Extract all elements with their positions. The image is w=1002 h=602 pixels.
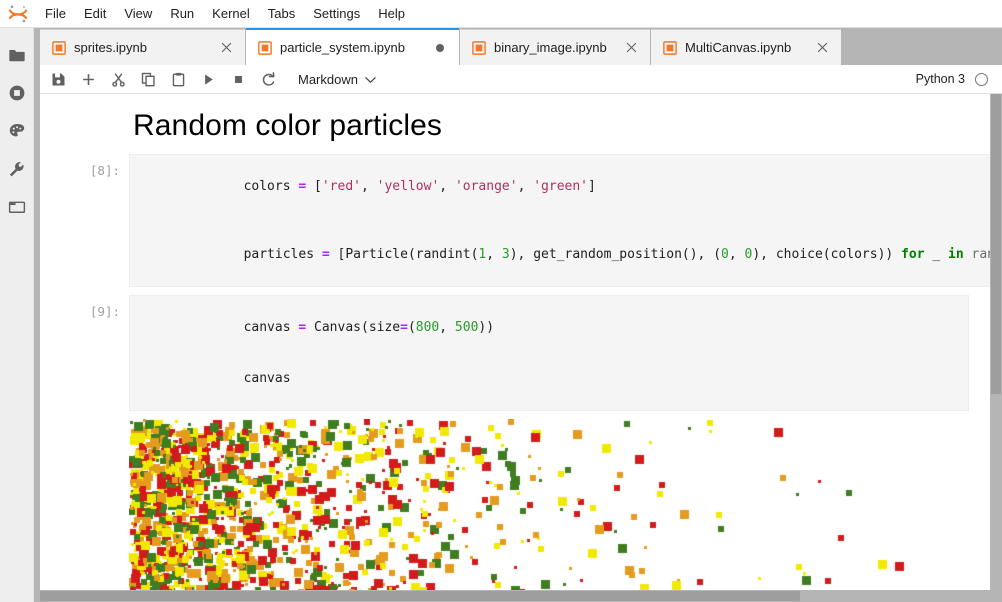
palette-icon <box>8 122 26 140</box>
horizontal-scrollbar[interactable] <box>40 590 1002 602</box>
notebook-toolbar: Markdown Python 3 <box>40 65 1002 94</box>
code-line-blank <box>134 212 1002 229</box>
sidebar-item-running[interactable] <box>0 80 33 106</box>
stop-circle-icon <box>8 84 26 102</box>
code-cell-9[interactable]: [9]: canvas = Canvas(size=(800, 500)) ca… <box>40 291 990 415</box>
document-tab-bar: sprites.ipynb particle_system.ipynb <box>40 28 1002 65</box>
save-button[interactable] <box>46 67 70 91</box>
menu-item-settings[interactable]: Settings <box>304 0 369 28</box>
paste-cell-button[interactable] <box>166 67 190 91</box>
tab-label: binary_image.ipynb <box>494 40 608 55</box>
code-line: canvas = Canvas(size=(800, 500)) <box>134 302 968 353</box>
tab-sprites-ipynb[interactable]: sprites.ipynb <box>40 29 245 65</box>
menu-item-list: File Edit View Run Kernel Tabs Settings … <box>36 0 414 28</box>
folder-icon <box>8 46 26 64</box>
menu-item-tabs[interactable]: Tabs <box>259 0 304 28</box>
square-stop-icon <box>231 72 246 87</box>
kernel-name: Python 3 <box>916 72 965 86</box>
close-icon[interactable] <box>217 39 235 57</box>
tab-multicanvas-ipynb[interactable]: MultiCanvas.ipynb <box>651 29 841 65</box>
menu-item-help[interactable]: Help <box>369 0 414 28</box>
stop-kernel-button[interactable] <box>226 67 250 91</box>
copy-icon <box>141 72 156 87</box>
wrench-icon <box>7 160 26 179</box>
menu-item-run[interactable]: Run <box>161 0 203 28</box>
tab-label: particle_system.ipynb <box>280 40 417 55</box>
restart-icon <box>261 72 276 87</box>
horizontal-scrollbar-thumb[interactable] <box>40 591 800 601</box>
cell-type-dropdown[interactable]: Markdown <box>294 70 380 89</box>
menu-item-view[interactable]: View <box>115 0 161 28</box>
notebook-icon <box>472 41 486 55</box>
ipycanvas-canvas[interactable] <box>129 419 929 602</box>
code-line: colors = ['red', 'yellow', 'orange', 'gr… <box>134 161 1002 212</box>
insert-cell-button[interactable] <box>76 67 100 91</box>
notebook-scroll-container[interactable]: Random color particles [8]: colors = ['r… <box>40 94 1002 602</box>
vertical-scrollbar[interactable] <box>990 94 1002 602</box>
vertical-scrollbar-thumb[interactable] <box>991 94 1001 394</box>
copy-cell-button[interactable] <box>136 67 160 91</box>
tab-label: MultiCanvas.ipynb <box>685 40 799 55</box>
code-line: particles = [Particle(randint(1, 3), get… <box>134 229 1002 280</box>
menu-item-kernel[interactable]: Kernel <box>203 0 259 28</box>
menu-item-file[interactable]: File <box>36 0 75 28</box>
cell-prompt: [8]: <box>40 154 129 180</box>
left-sidebar <box>0 28 34 602</box>
sidebar-item-extension-manager[interactable] <box>0 118 33 144</box>
particle-canvas-output[interactable] <box>129 419 929 602</box>
jupyter-logo-icon <box>0 0 36 28</box>
chevron-down-icon <box>365 72 376 87</box>
close-icon[interactable] <box>813 39 831 57</box>
notebook-icon <box>663 41 677 55</box>
notebook-cell-list: Random color particles [8]: colors = ['r… <box>40 94 990 602</box>
cell-type-value: Markdown <box>298 72 358 87</box>
scissors-icon <box>111 72 126 87</box>
tab-label: sprites.ipynb <box>74 40 203 55</box>
idle-circle-icon <box>975 73 988 86</box>
cell-editor[interactable]: canvas = Canvas(size=(800, 500)) canvas <box>129 295 969 411</box>
cell-output-area <box>40 415 990 602</box>
sidebar-item-file-browser[interactable] <box>0 42 33 68</box>
run-cell-button[interactable] <box>196 67 220 91</box>
sidebar-item-open-tabs[interactable] <box>0 194 33 220</box>
play-icon <box>201 72 216 87</box>
open-folder-icon <box>8 198 26 216</box>
restart-kernel-button[interactable] <box>256 67 280 91</box>
save-icon <box>51 72 66 87</box>
tab-binary-image-ipynb[interactable]: binary_image.ipynb <box>460 29 650 65</box>
jupyterlab-window: File Edit View Run Kernel Tabs Settings … <box>0 0 1002 602</box>
page-title: Random color particles <box>40 108 990 144</box>
close-icon[interactable] <box>622 39 640 57</box>
tab-particle-system-ipynb[interactable]: particle_system.ipynb <box>246 28 459 65</box>
code-cell-8[interactable]: [8]: colors = ['red', 'yellow', 'orange'… <box>40 150 990 291</box>
plus-icon <box>81 72 96 87</box>
notebook-icon <box>258 41 272 55</box>
main-dock-panel: sprites.ipynb particle_system.ipynb <box>40 28 1002 602</box>
menu-bar: File Edit View Run Kernel Tabs Settings … <box>0 0 1002 28</box>
code-line: canvas <box>134 353 968 404</box>
kernel-indicator[interactable]: Python 3 <box>916 72 988 86</box>
cut-cell-button[interactable] <box>106 67 130 91</box>
cell-editor[interactable]: colors = ['red', 'yellow', 'orange', 'gr… <box>129 154 1002 287</box>
clipboard-icon <box>171 72 186 87</box>
cell-prompt: [9]: <box>40 295 129 321</box>
markdown-cell-heading[interactable]: Random color particles <box>40 94 990 150</box>
sidebar-item-property-inspector[interactable] <box>0 156 33 182</box>
menu-item-edit[interactable]: Edit <box>75 0 115 28</box>
notebook-icon <box>52 41 66 55</box>
unsaved-changes-indicator[interactable] <box>431 39 449 57</box>
